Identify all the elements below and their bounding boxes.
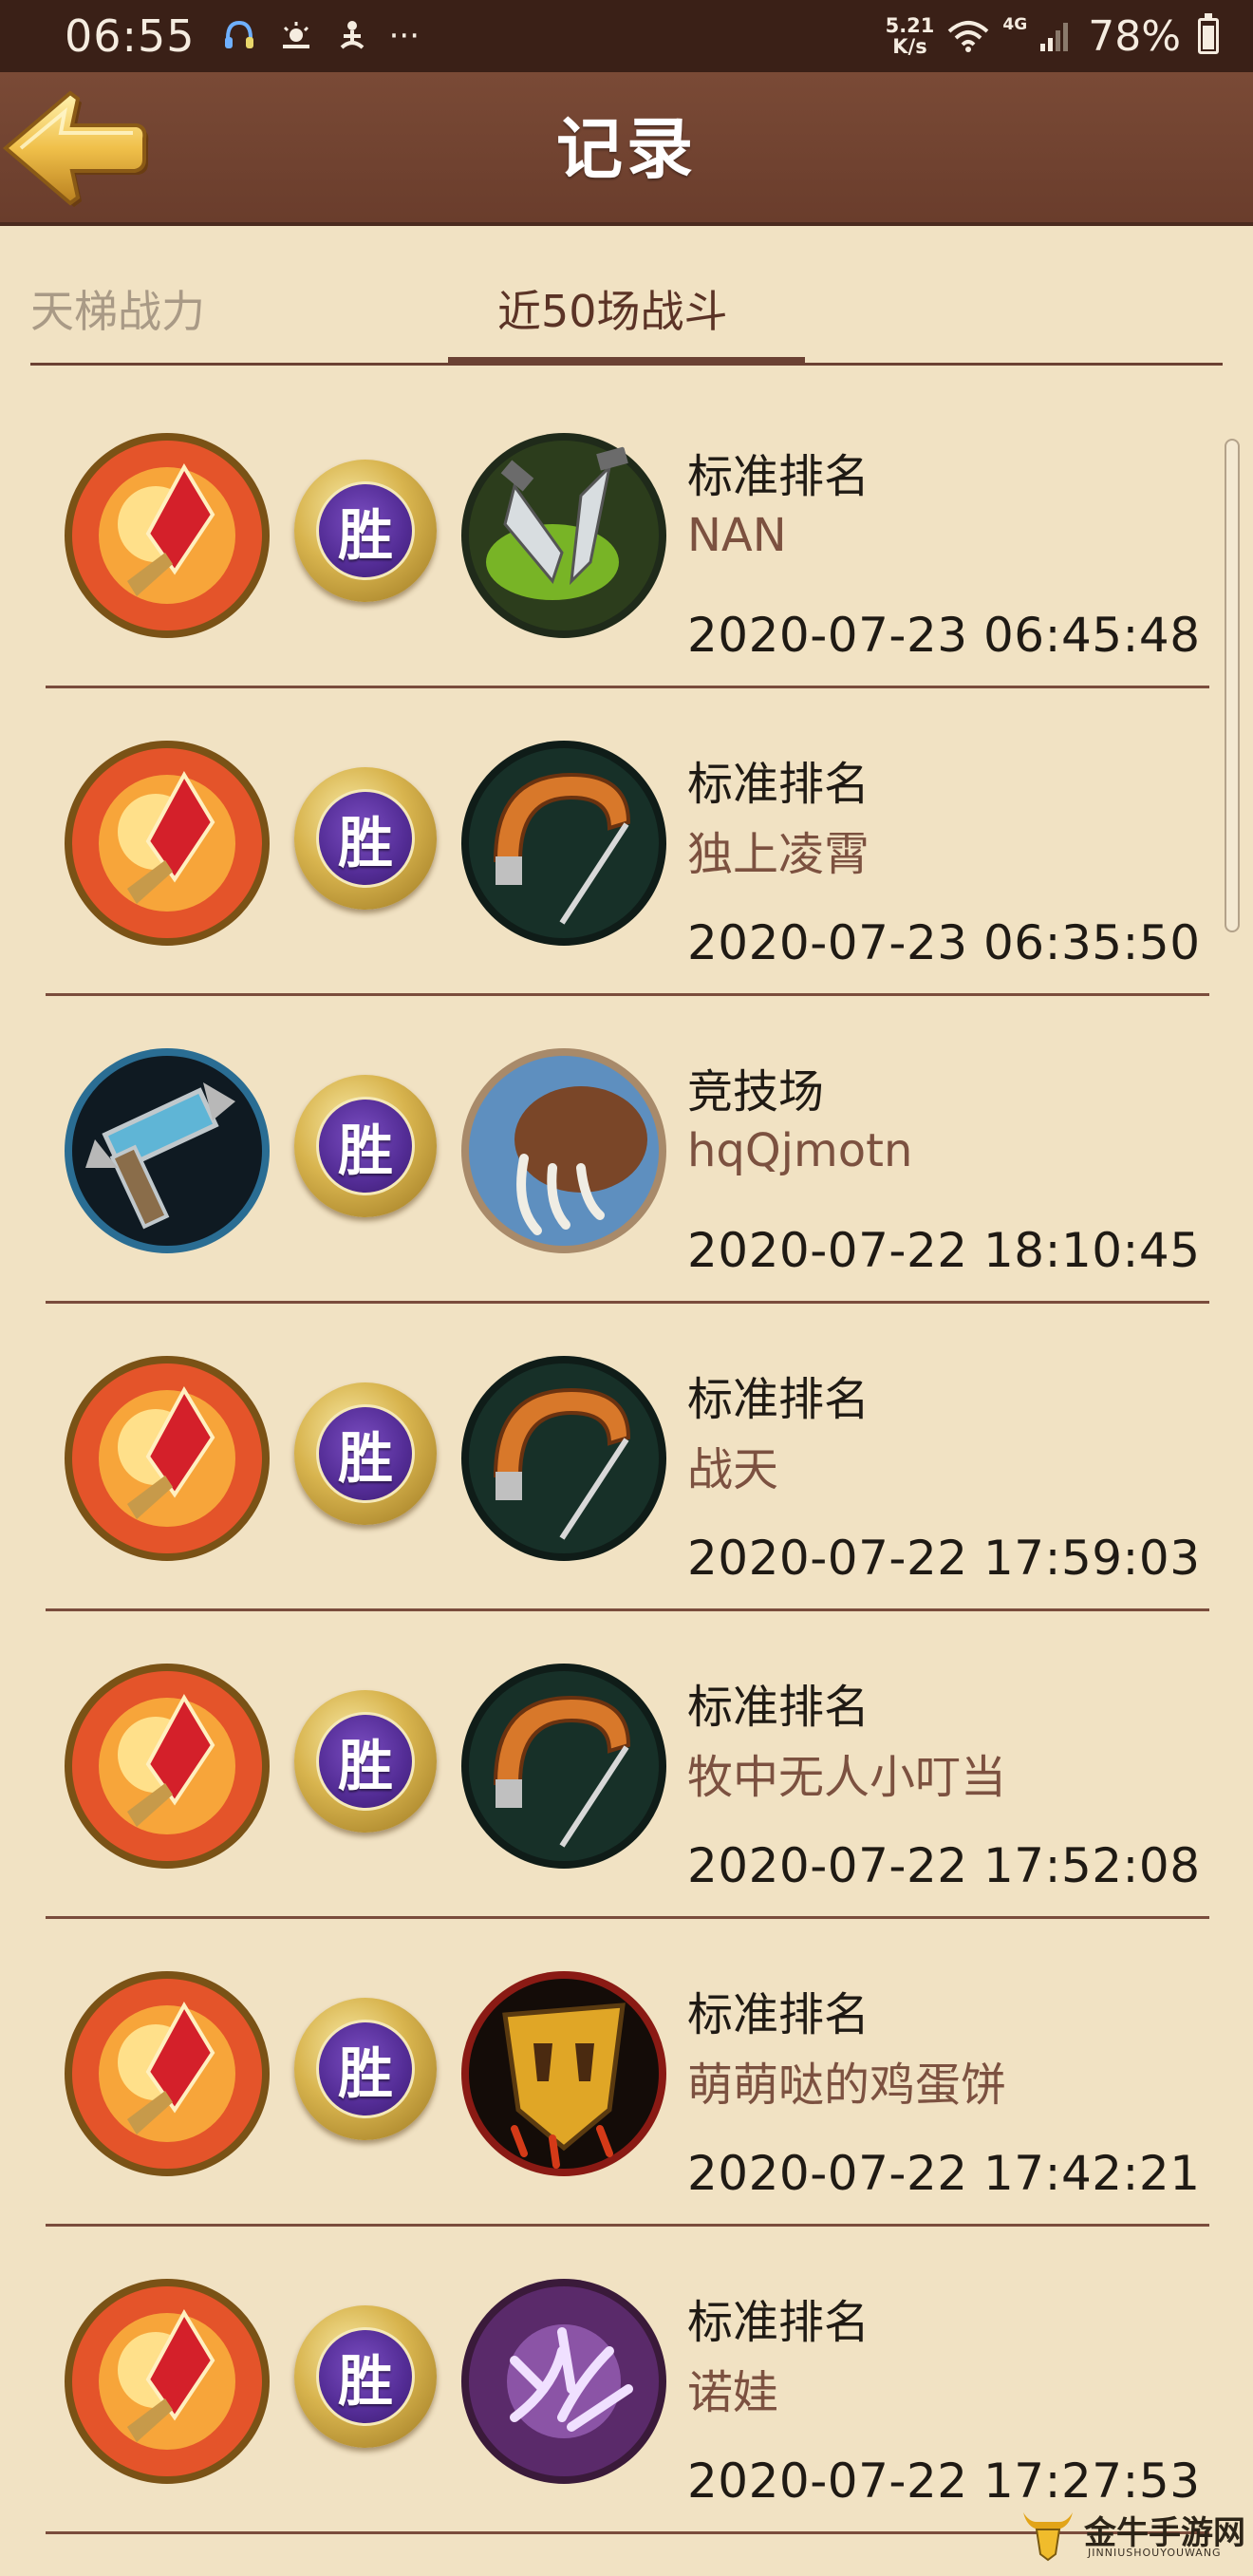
hook-icon xyxy=(461,741,666,946)
result-badge: 胜 xyxy=(294,2305,437,2448)
net-speed-unit: K/s xyxy=(892,35,927,58)
headset-icon xyxy=(222,17,256,55)
hook-icon xyxy=(461,1664,666,1869)
fire-crystal-icon xyxy=(65,741,270,946)
opponent-name[interactable]: hqQjmotn xyxy=(687,1124,912,1177)
page-title: 记录 xyxy=(556,110,697,188)
battle-datetime: 2020-07-22 17:27:53 xyxy=(687,2454,1201,2509)
battle-record-row[interactable]: 胜 标准排名 诺娃 2020-07-22 17:27:53 xyxy=(0,2226,1253,2534)
game-mode: 标准排名 xyxy=(687,1988,870,2041)
result-badge-label: 胜 xyxy=(316,2020,415,2118)
result-badge: 胜 xyxy=(294,1998,437,2140)
bull-logo-icon xyxy=(1023,2512,1073,2562)
game-mode: 标准排名 xyxy=(687,1373,870,1426)
scrollbar[interactable] xyxy=(1225,439,1240,932)
hook-icon xyxy=(461,1356,666,1561)
frost-hammer-icon xyxy=(65,1048,270,1253)
result-badge-label: 胜 xyxy=(316,1712,415,1811)
opponent-name[interactable]: 诺娃 xyxy=(687,2355,778,2421)
claw-icon xyxy=(461,1048,666,1253)
watermark-subtext: JINNIUSHOUYOUWANG xyxy=(1088,2547,1222,2559)
battery-icon xyxy=(1198,13,1219,54)
status-bar: 06:55 ··· 5.21 K/s 4G 78% xyxy=(0,0,1253,72)
game-mode: 标准排名 xyxy=(687,1681,870,1734)
game-mode: 标准排名 xyxy=(687,450,870,503)
opponent-name[interactable]: 牧中无人小叮当 xyxy=(687,1739,1006,1806)
net-speed-value: 5.21 xyxy=(885,14,935,37)
battle-record-row[interactable]: 胜 竞技场 hqQjmotn 2020-07-22 18:10:45 xyxy=(0,995,1253,1304)
more-icon: ··· xyxy=(388,17,421,55)
game-mode: 标准排名 xyxy=(687,2296,870,2349)
twin-daggers-icon xyxy=(461,433,666,638)
result-badge: 胜 xyxy=(294,767,437,910)
tab-ladder-power[interactable]: 天梯战力 xyxy=(30,277,205,340)
watermark: 金牛手游网 JINNIUSHOUYOUWANG xyxy=(1018,2503,1249,2569)
battle-record-row[interactable]: 胜 标准排名 NAN 2020-07-23 06:45:48 xyxy=(0,380,1253,688)
opponent-name[interactable]: NAN xyxy=(687,509,787,562)
scrollbar-thumb[interactable] xyxy=(1225,439,1240,932)
battle-datetime: 2020-07-22 18:10:45 xyxy=(687,1223,1201,1278)
fire-crystal-icon xyxy=(65,1356,270,1561)
opponent-name[interactable]: 独上凌霄 xyxy=(687,817,870,883)
status-right: 5.21 K/s 4G 78% xyxy=(886,12,1219,61)
weather-icon xyxy=(277,20,315,52)
game-mode: 标准排名 xyxy=(687,758,870,811)
result-badge: 胜 xyxy=(294,460,437,602)
fire-crystal-icon xyxy=(65,2279,270,2484)
game-mode: 竞技场 xyxy=(687,1065,825,1119)
battle-record-row[interactable]: 胜 标准排名 战天 2020-07-22 17:59:03 xyxy=(0,1303,1253,1611)
result-badge-label: 胜 xyxy=(316,2327,415,2426)
battle-datetime: 2020-07-23 06:35:50 xyxy=(687,915,1201,970)
battle-record-row[interactable]: 胜 标准排名 独上凌霄 2020-07-23 06:35:50 xyxy=(0,687,1253,996)
result-badge-label: 胜 xyxy=(316,789,415,888)
result-badge: 胜 xyxy=(294,1382,437,1525)
wifi-icon xyxy=(945,18,991,54)
shadow-hand-icon xyxy=(461,2279,666,2484)
app-header: 记录 xyxy=(0,72,1253,226)
battle-datetime: 2020-07-22 17:52:08 xyxy=(687,1838,1201,1893)
result-badge: 胜 xyxy=(294,1690,437,1833)
result-badge: 胜 xyxy=(294,1075,437,1217)
battle-datetime: 2020-07-22 17:42:21 xyxy=(687,2146,1201,2201)
result-badge-label: 胜 xyxy=(316,1097,415,1195)
battle-record-list[interactable]: 胜 标准排名 NAN 2020-07-23 06:45:48 胜 标准排名 独上… xyxy=(0,380,1253,2576)
battle-datetime: 2020-07-23 06:45:48 xyxy=(687,608,1201,663)
battle-datetime: 2020-07-22 17:59:03 xyxy=(687,1531,1201,1586)
signal-icon xyxy=(1038,19,1071,53)
notification-icons: ··· xyxy=(222,17,420,55)
fire-crystal-icon xyxy=(65,433,270,638)
tab-divider xyxy=(30,363,1223,366)
fire-crystal-icon xyxy=(65,1971,270,2176)
meditation-icon xyxy=(336,19,368,53)
opponent-name[interactable]: 萌萌哒的鸡蛋饼 xyxy=(687,2047,1006,2114)
status-time: 06:55 xyxy=(65,10,196,62)
fire-crystal-icon xyxy=(65,1664,270,1869)
tab-recent-50-battles[interactable]: 近50场战斗 xyxy=(497,277,728,340)
tab-bar: 天梯战力 近50场战斗 xyxy=(0,228,1253,370)
battery-percent: 78% xyxy=(1088,11,1181,61)
battle-record-row[interactable]: 胜 标准排名 牧中无人小叮当 2020-07-22 17:52:08 xyxy=(0,1610,1253,1919)
horde-emblem-icon xyxy=(461,1971,666,2176)
result-badge-label: 胜 xyxy=(316,481,415,580)
result-badge-label: 胜 xyxy=(316,1404,415,1503)
net-speed: 5.21 K/s xyxy=(886,15,935,57)
net-type: 4G xyxy=(1002,15,1028,34)
battle-record-row[interactable]: 胜 标准排名 萌萌哒的鸡蛋饼 2020-07-22 17:42:21 xyxy=(0,1918,1253,2227)
opponent-name[interactable]: 战天 xyxy=(687,1432,778,1498)
battery-fill xyxy=(1203,26,1214,49)
